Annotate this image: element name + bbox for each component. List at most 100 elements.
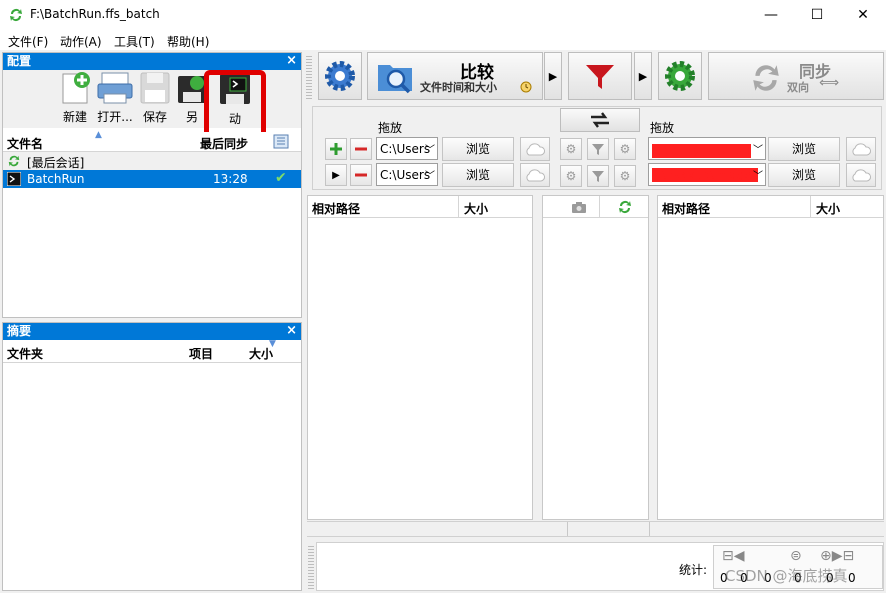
summary-panel: 摘要 × 文件夹 项目 大小 ▼	[2, 322, 302, 591]
menu-help[interactable]: 帮助(H)	[167, 33, 209, 50]
save-icon	[140, 72, 170, 104]
gear-icon	[325, 61, 355, 91]
remove-pair-button[interactable]	[350, 138, 372, 160]
col-filename[interactable]: 文件名	[7, 135, 43, 152]
delete-left-icon: ⊟◀	[722, 548, 745, 564]
menu-tools[interactable]: 工具(T)	[114, 33, 155, 50]
drag-drop-right-label: 拖放	[650, 121, 675, 135]
filter-icon	[592, 144, 604, 155]
list-item[interactable]: BatchRun 13:28 ✔	[3, 170, 301, 188]
left-col-size[interactable]: 大小	[464, 200, 488, 217]
pair-settings-button-1[interactable]: ⚙	[560, 138, 582, 160]
swap-sides-button[interactable]	[560, 108, 640, 132]
middle-grid-header	[543, 196, 648, 218]
add-pair-button[interactable]	[325, 138, 347, 160]
create-right-icon: ⊕▶⊟	[820, 548, 855, 564]
minimize-button[interactable]: —	[748, 0, 794, 30]
browse-right-button-1[interactable]: 浏览	[768, 137, 840, 161]
menu-bar: 文件(F) 动作(A) 工具(T) 帮助(H)	[0, 30, 886, 50]
gear-icon: ⚙	[619, 142, 631, 156]
cloud-icon	[526, 143, 545, 156]
summary-close-icon[interactable]: ×	[286, 323, 297, 339]
chevron-down-icon: ﹀	[425, 171, 435, 182]
camera-icon[interactable]	[571, 201, 587, 213]
right-col-size[interactable]: 大小	[816, 200, 840, 217]
chevron-down-icon: ﹀	[753, 171, 763, 182]
remove-pair-button-2[interactable]	[350, 164, 372, 186]
col-items[interactable]: 项目	[189, 345, 213, 362]
compare-dropdown-button[interactable]: ▶	[544, 52, 562, 100]
pair-sync-settings-button-1[interactable]: ⚙	[614, 138, 636, 160]
browse-right-button-2[interactable]: 浏览	[768, 163, 840, 187]
config-panel-title: 配置 ×	[3, 53, 301, 70]
config-title-text: 配置	[7, 54, 32, 68]
browse-left-button-1[interactable]: 浏览	[442, 137, 514, 161]
stat-count-6: 0	[848, 571, 856, 585]
right-file-grid[interactable]: 相对路径 大小	[657, 195, 884, 520]
compare-button[interactable]: 比较 文件时间和大小	[367, 52, 543, 100]
watermark: CSDN @海底捞真	[725, 567, 848, 585]
close-button[interactable]: ✕	[840, 0, 886, 30]
batchrun-label: BatchRun	[27, 172, 85, 186]
new-config-button[interactable]: 新建	[55, 70, 95, 125]
batchrun-time: 13:28	[213, 172, 248, 186]
browse-left-button-2[interactable]: 浏览	[442, 163, 514, 187]
chevron-down-icon: ﹀	[425, 145, 435, 156]
right-folder-value-1: C:\项目列表\2023	[652, 144, 752, 158]
filter-dropdown-button[interactable]: ▶	[634, 52, 652, 100]
pair-filter-button-2[interactable]	[587, 165, 609, 187]
expand-pair-button[interactable]: ▶	[325, 164, 347, 186]
bottom-grip[interactable]	[308, 546, 314, 590]
gear-icon: ⚙	[619, 169, 631, 183]
col-divider	[458, 196, 459, 218]
save-config-button[interactable]: 保存	[136, 70, 174, 125]
pair-filter-button-1[interactable]	[587, 138, 609, 160]
cloud-right-button-1[interactable]	[846, 137, 876, 161]
cloud-left-button-2[interactable]	[520, 163, 550, 187]
left-grid-header: 相对路径 大小	[308, 196, 532, 218]
open-config-button[interactable]: 打开...	[93, 70, 137, 125]
green-gear-icon	[665, 61, 695, 91]
sync-button[interactable]: 同步 双向 ⟺	[708, 52, 884, 100]
left-col-path[interactable]: 相对路径	[312, 200, 360, 217]
left-folder-input-2[interactable]: C:\Users ﹀	[376, 163, 438, 186]
menu-action[interactable]: 动作(A)	[60, 33, 102, 50]
gear-icon: ⚙	[565, 169, 577, 183]
plus-icon	[330, 143, 342, 155]
sync-settings-button[interactable]	[658, 52, 702, 100]
list-options-icon[interactable]	[273, 134, 289, 149]
summary-columns: 文件夹 项目 大小 ▼	[3, 339, 301, 363]
swap-icon	[591, 112, 609, 128]
save-as-label: 另	[185, 110, 198, 124]
middle-grid[interactable]	[542, 195, 649, 520]
menu-file[interactable]: 文件(F)	[8, 33, 48, 50]
minus-icon	[355, 173, 367, 177]
compare-settings-button[interactable]	[318, 52, 362, 100]
cloud-right-button-2[interactable]	[846, 163, 876, 187]
right-folder-input-2[interactable]: F:\Backup\images ﹀	[648, 163, 766, 186]
app-icon	[10, 9, 22, 22]
sync-icon[interactable]	[617, 199, 633, 215]
triangle-right-icon: ▶	[332, 169, 340, 181]
maximize-button[interactable]: ☐	[794, 0, 840, 30]
pair-sync-settings-button-2[interactable]: ⚙	[614, 165, 636, 187]
batch-file-icon	[7, 172, 21, 186]
list-item[interactable]: [最后会话]	[3, 152, 301, 170]
filter-button[interactable]	[568, 52, 632, 100]
filter-icon	[586, 65, 614, 89]
save-label: 保存	[142, 110, 167, 124]
config-close-icon[interactable]: ×	[286, 53, 297, 69]
left-file-grid[interactable]: 相对路径 大小	[307, 195, 533, 520]
pair-settings-button-2[interactable]: ⚙	[560, 165, 582, 187]
cloud-left-button-1[interactable]	[520, 137, 550, 161]
right-folder-value-2: F:\Backup\images	[652, 168, 758, 182]
right-folder-input-1[interactable]: C:\项目列表\2023 ﹀	[648, 137, 766, 160]
right-col-path[interactable]: 相对路径	[662, 200, 710, 217]
chevron-down-icon: ﹀	[753, 145, 763, 156]
splitter-grip[interactable]	[306, 56, 312, 100]
new-icon	[62, 72, 90, 104]
summary-title-text: 摘要	[7, 324, 32, 338]
col-folder[interactable]: 文件夹	[7, 345, 43, 362]
col-last-sync[interactable]: 最后同步	[200, 135, 248, 152]
left-folder-input-1[interactable]: C:\Users ﹀	[376, 137, 438, 160]
